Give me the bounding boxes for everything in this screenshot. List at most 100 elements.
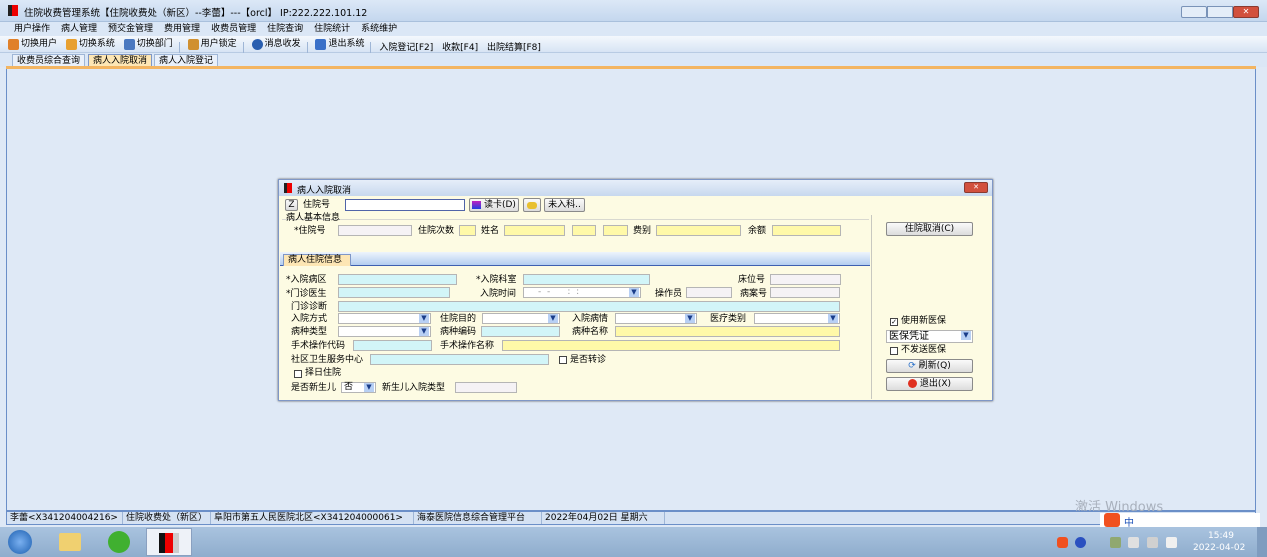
tab-inpatient-info[interactable]: 病人住院信息 xyxy=(283,254,351,266)
admit-time-label: 入院时间 xyxy=(480,289,517,299)
menu-fee[interactable]: 费用管理 xyxy=(164,22,200,36)
switch-user-icon xyxy=(8,39,19,50)
divider xyxy=(242,41,244,54)
zyh-input[interactable] xyxy=(345,199,465,211)
refresh-icon: ⟳ xyxy=(908,361,916,371)
transfer-checkbox[interactable] xyxy=(559,356,567,364)
med-type-select[interactable] xyxy=(754,313,840,324)
show-desktop-button[interactable] xyxy=(1257,527,1267,557)
dept-input[interactable] xyxy=(523,274,650,285)
age-field xyxy=(603,225,628,236)
condition-select[interactable] xyxy=(615,313,697,324)
lock-user-icon xyxy=(187,39,199,50)
status-hospital: 阜阳市第五人民医院北区<X341204000061> xyxy=(211,512,414,524)
clock-time[interactable]: 15:49 xyxy=(1208,531,1234,541)
gender-field xyxy=(572,225,596,236)
menu-stats[interactable]: 住院统计 xyxy=(314,22,350,36)
no-send-insurance-checkbox[interactable] xyxy=(890,347,898,355)
use-new-insurance-checkbox[interactable]: ✓ xyxy=(890,318,898,326)
disease-type-select[interactable] xyxy=(338,326,431,337)
sogou-icon[interactable] xyxy=(1104,513,1120,527)
window-title: 住院收费管理系统【住院收费处（新区）--李蕾】---【orcl】 IP:222.… xyxy=(24,8,368,19)
use-new-insurance-label: 使用新医保 xyxy=(901,316,947,326)
schedule-checkbox[interactable] xyxy=(294,370,302,378)
explorer-icon[interactable] xyxy=(59,533,81,551)
disease-code-input[interactable] xyxy=(481,326,560,337)
menu-cashier[interactable]: 收费员管理 xyxy=(211,22,256,36)
sogou-tray-icon[interactable] xyxy=(1057,537,1068,548)
diagnosis-input[interactable] xyxy=(338,301,840,312)
newborn-type-label: 新生儿入院类型 xyxy=(382,383,446,393)
not-admitted-button[interactable]: 未入科.. xyxy=(544,198,585,212)
his-app-icon xyxy=(159,533,179,553)
network-tray-icon[interactable] xyxy=(1110,537,1121,548)
basic-zyh-label: *住院号 xyxy=(294,226,326,236)
clock-date[interactable]: 2022-04-02 xyxy=(1193,543,1245,553)
menu-query[interactable]: 住院查询 xyxy=(267,22,303,36)
switch-system-icon xyxy=(65,39,77,50)
doctor-input[interactable] xyxy=(338,287,450,298)
display-tray-icon[interactable] xyxy=(1147,537,1158,548)
times-label: 住院次数 xyxy=(418,226,455,236)
switch-dept-button[interactable]: 切换部门 xyxy=(123,36,173,53)
dialog-icon xyxy=(284,183,292,193)
operator-field xyxy=(686,287,732,298)
exit-system-button[interactable]: 退出系统 xyxy=(315,36,364,53)
his-app-taskbar-button[interactable] xyxy=(146,528,192,556)
exit-icon xyxy=(315,39,327,50)
bed-field xyxy=(770,274,841,285)
info-icon xyxy=(251,39,263,50)
menu-deposit[interactable]: 预交金管理 xyxy=(108,22,153,36)
help-tray-icon[interactable] xyxy=(1075,537,1086,548)
ward-input[interactable] xyxy=(338,274,457,285)
minimize-button[interactable] xyxy=(1181,6,1207,18)
start-button[interactable] xyxy=(8,530,32,554)
broom-icon xyxy=(527,202,537,209)
flag-tray-icon[interactable] xyxy=(1166,537,1177,548)
no-send-insurance-label: 不发送医保 xyxy=(901,345,947,355)
community-input[interactable] xyxy=(370,354,549,365)
maximize-button[interactable] xyxy=(1207,6,1233,18)
volume-tray-icon[interactable] xyxy=(1128,537,1139,548)
tab-header-bar xyxy=(280,252,870,266)
fee-type-field xyxy=(656,225,741,236)
clear-button[interactable] xyxy=(523,198,541,212)
newborn-type-select[interactable] xyxy=(455,382,517,393)
disease-name-field xyxy=(615,326,840,337)
exit-button[interactable]: 退出(X) xyxy=(886,377,973,391)
dialog-close-button[interactable]: ✕ xyxy=(964,182,988,193)
switch-user-button[interactable]: 切换用户 xyxy=(8,36,57,53)
op-code-input[interactable] xyxy=(353,340,432,351)
z-button[interactable]: Z xyxy=(285,199,298,211)
schedule-label: 择日住院 xyxy=(305,368,342,378)
admit-time-picker[interactable]: - - : : xyxy=(523,287,641,298)
dept-label: *入院科室 xyxy=(476,275,517,285)
status-platform: 海泰医院信息综合管理平台 xyxy=(414,512,542,524)
dialog-title-bar: 病人入院取消 ✕ xyxy=(279,180,992,196)
switch-system-button[interactable]: 切换系统 xyxy=(65,36,115,53)
disease-name-label: 病种名称 xyxy=(572,327,609,337)
cancel-admission-button[interactable]: 住院取消(C) xyxy=(886,222,973,236)
message-button[interactable]: 消息收发 xyxy=(251,36,301,53)
admit-mode-select[interactable] xyxy=(338,313,431,324)
balance-field xyxy=(772,225,841,236)
insurance-select[interactable]: 医保凭证 xyxy=(886,330,973,343)
newborn-label: 是否新生儿 xyxy=(291,383,337,393)
browser-icon[interactable] xyxy=(108,531,130,553)
times-field xyxy=(459,225,476,236)
card-reader-icon xyxy=(472,200,482,209)
divider xyxy=(178,41,180,54)
lock-user-button[interactable]: 用户锁定 xyxy=(187,36,237,53)
app-icon xyxy=(8,5,18,16)
ward-label: *入院病区 xyxy=(286,275,327,285)
menu-maintenance[interactable]: 系统维护 xyxy=(361,22,397,36)
status-date: 2022年04月02日 星期六 xyxy=(542,512,665,524)
read-card-button[interactable]: 读卡(D) xyxy=(469,198,519,212)
close-button[interactable]: ✕ xyxy=(1233,6,1259,18)
menu-patient[interactable]: 病人管理 xyxy=(61,22,97,36)
refresh-button[interactable]: ⟳ 刷新(Q) xyxy=(886,359,973,373)
purpose-select[interactable] xyxy=(482,313,560,324)
menu-user[interactable]: 用户操作 xyxy=(14,22,50,36)
newborn-select[interactable]: 否 xyxy=(341,382,376,393)
case-no-field xyxy=(770,287,840,298)
